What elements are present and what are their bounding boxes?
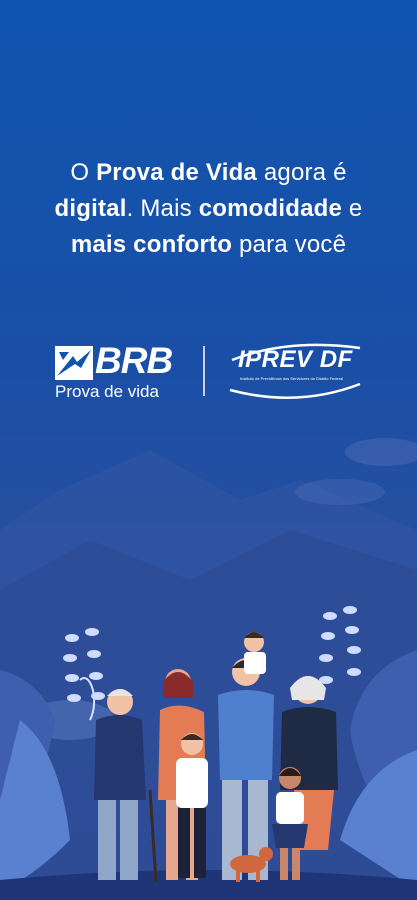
headline: O Prova de Vida agora é digital. Mais co… — [0, 155, 417, 263]
headline-text: . Mais — [126, 195, 199, 222]
splash-screen: O Prova de Vida agora é digital. Mais co… — [0, 0, 417, 900]
headline-bold: comodidade — [198, 195, 343, 222]
headline-text: O — [70, 159, 97, 186]
brb-wordmark: BRB — [95, 340, 173, 381]
headline-line-2: digital. Mais comodidade e — [0, 191, 417, 227]
brb-mark-icon — [55, 346, 93, 380]
iprev-wordmark: IPREV DF — [238, 346, 353, 373]
iprev-subtitle: Instituto de Previdência dos Servidores … — [240, 376, 344, 381]
family-illustration — [0, 438, 417, 900]
headline-bold: Prova de Vida — [96, 159, 257, 186]
brb-logo: BRB Prova de vida — [55, 340, 175, 404]
iprev-logo: IPREV DF Instituto de Previdência dos Se… — [228, 338, 368, 408]
headline-bold: digital — [54, 195, 127, 222]
headline-line-1: O Prova de Vida agora é — [0, 155, 417, 191]
headline-text: para você — [232, 231, 347, 258]
headline-text: e — [342, 195, 363, 222]
headline-text: agora é — [256, 159, 347, 186]
partner-logos: BRB Prova de vida IPREV DF Instituto de … — [0, 338, 417, 408]
headline-bold: mais conforto — [70, 231, 233, 258]
toddler-figure — [244, 632, 266, 674]
headline-line-3: mais conforto para você — [0, 227, 417, 263]
brb-subtitle: Prova de vida — [55, 382, 159, 401]
logo-divider — [203, 346, 205, 396]
